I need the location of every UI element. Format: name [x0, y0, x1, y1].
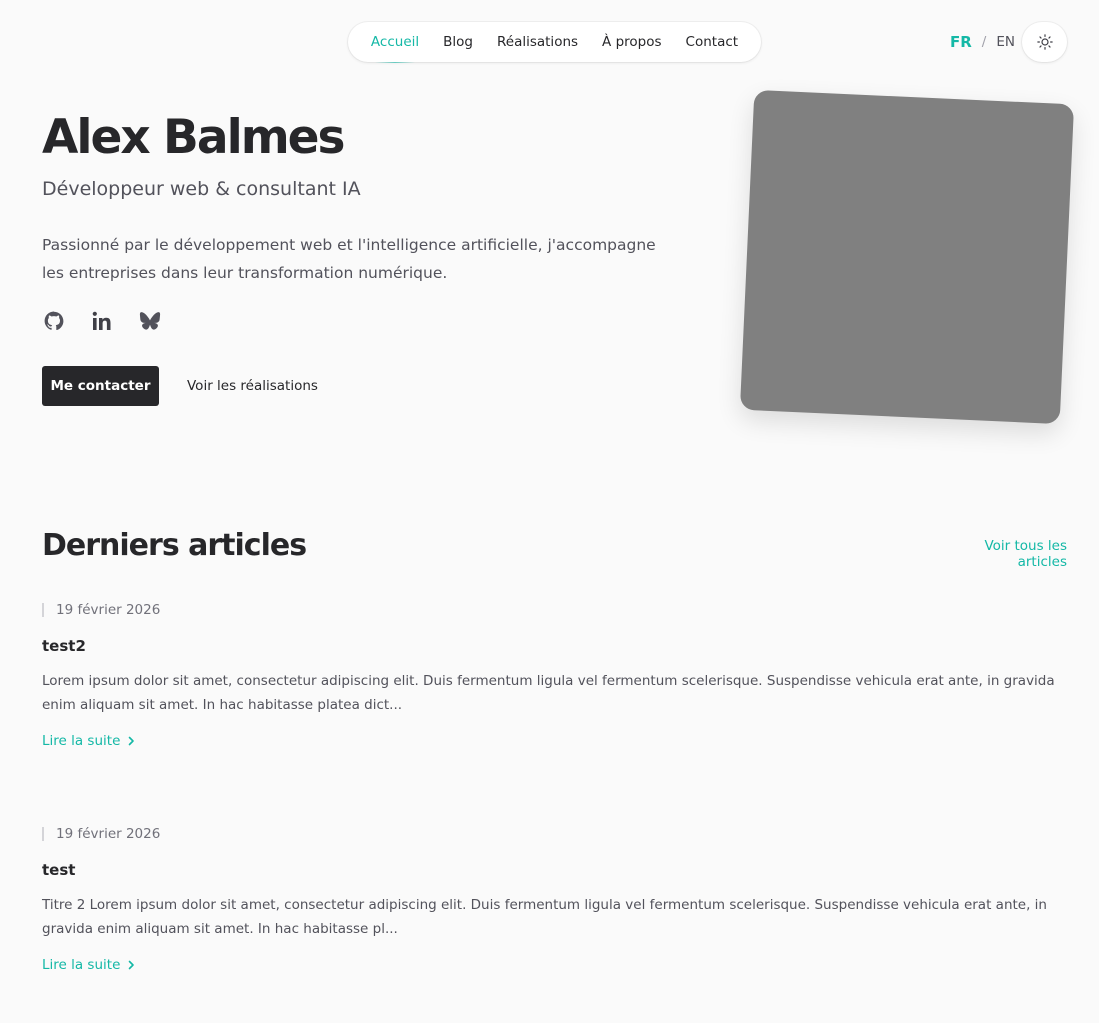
read-more-label: Lire la suite — [42, 733, 121, 749]
nav-item-contact[interactable]: Contact — [686, 22, 739, 62]
view-projects-link[interactable]: Voir les réalisations — [187, 366, 318, 406]
read-more-label: Lire la suite — [42, 957, 121, 973]
article-date: 19 février 2026 — [42, 600, 1067, 620]
article-card: 19 février 2026 test2 Lorem ipsum dolor … — [42, 600, 1067, 749]
article-title[interactable]: test — [42, 861, 1067, 879]
article-excerpt: Lorem ipsum dolor sit amet, consectetur … — [42, 673, 1055, 713]
language-switcher: FR / EN — [950, 31, 1015, 53]
bluesky-icon[interactable] — [138, 309, 162, 333]
github-icon[interactable] — [42, 309, 66, 333]
chevron-right-icon — [129, 960, 135, 970]
section-title: Derniers articles — [42, 528, 307, 563]
article-card: 19 février 2026 test Titre 2 Lorem ipsum… — [42, 824, 1067, 973]
linkedin-icon[interactable] — [90, 309, 114, 333]
theme-toggle-button[interactable] — [1022, 22, 1067, 62]
contact-button[interactable]: Me contacter — [42, 366, 159, 406]
nav-item-a-propos[interactable]: À propos — [602, 22, 661, 62]
read-more-link[interactable]: Lire la suite — [42, 957, 1067, 973]
sun-icon — [1036, 34, 1053, 50]
main-nav: Accueil Blog Réalisations À propos Conta… — [348, 22, 761, 63]
social-links — [42, 309, 162, 333]
article-excerpt: Titre 2 Lorem ipsum dolor sit amet, cons… — [42, 897, 1047, 937]
hero-name: Alex Balmes — [42, 110, 346, 165]
chevron-right-icon — [129, 736, 135, 746]
lang-separator: / — [981, 34, 987, 50]
hero-role: Développeur web & consultant IA — [42, 178, 361, 200]
hero-description: Passionné par le développement web et l'… — [42, 236, 656, 282]
lang-en-link[interactable]: EN — [996, 34, 1015, 50]
lang-fr-link[interactable]: FR — [950, 33, 972, 51]
nav-item-realisations[interactable]: Réalisations — [497, 22, 578, 62]
all-articles-link[interactable]: Voir tous les articles — [932, 538, 1067, 570]
nav-item-blog[interactable]: Blog — [443, 22, 473, 62]
read-more-link[interactable]: Lire la suite — [42, 733, 1067, 749]
nav-item-accueil[interactable]: Accueil — [371, 22, 419, 63]
article-date: 19 février 2026 — [42, 824, 1067, 844]
article-title[interactable]: test2 — [42, 637, 1067, 655]
profile-photo-placeholder — [739, 89, 1075, 425]
